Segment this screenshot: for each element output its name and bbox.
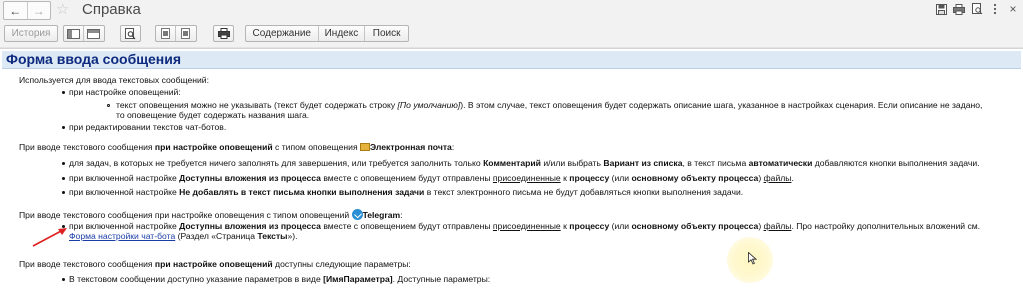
tab-search[interactable]: Поиск — [364, 26, 408, 41]
list-item: при включенной настройке Доступны вложен… — [69, 173, 794, 183]
back-arrow-icon[interactable]: ← — [4, 2, 27, 19]
email-section-intro: При вводе текстового сообщения при настр… — [19, 142, 455, 152]
bullet — [62, 278, 65, 281]
favorite-star-icon[interactable]: ☆ — [56, 0, 69, 20]
window-title: Справка — [82, 1, 141, 18]
next-page-icon[interactable] — [175, 26, 195, 41]
more-icon[interactable] — [989, 3, 1001, 15]
view-toggle-group — [63, 25, 105, 42]
email-icon — [360, 143, 371, 151]
tab-index[interactable]: Индекс — [317, 26, 365, 41]
list-item: при включенной настройке Не добавлять в … — [69, 187, 744, 197]
bullet — [62, 126, 65, 129]
mouse-cursor-icon — [748, 252, 757, 265]
sub-bullet — [107, 104, 110, 107]
params-section-intro: При вводе текстового сообщения при настр… — [19, 259, 411, 269]
printer-icon[interactable] — [213, 25, 234, 42]
list-item: В текстовом сообщении доступно указание … — [69, 274, 491, 284]
save-icon[interactable] — [935, 3, 947, 15]
list-item: для задач, в которых не требуется ничего… — [69, 158, 980, 168]
history-button[interactable]: История — [4, 25, 58, 42]
print-icon[interactable] — [953, 3, 965, 15]
tab-contents[interactable]: Содержание — [246, 26, 318, 41]
find-in-page-icon[interactable] — [120, 25, 141, 42]
preview-icon[interactable] — [971, 3, 983, 15]
close-icon[interactable]: × — [1007, 3, 1019, 15]
window-controls: × — [935, 3, 1019, 15]
bullet — [62, 91, 65, 94]
nav-buttons: ← → — [3, 1, 51, 20]
chatbot-settings-link[interactable]: Форма настройки чат-бота — [69, 231, 175, 241]
bullet — [62, 162, 65, 165]
telegram-icon — [351, 209, 363, 220]
page-nav-group — [155, 25, 197, 42]
bullet — [62, 177, 65, 180]
previous-page-icon[interactable] — [156, 26, 175, 41]
bullet — [62, 191, 65, 194]
title-bar: ← → ☆ Справка × — [0, 0, 1023, 20]
list-item: при редактировании текстов чат-ботов. — [69, 122, 227, 132]
forward-arrow-icon[interactable]: → — [26, 2, 51, 19]
list-item-continued: то оповещение будет содержать названия ш… — [116, 110, 310, 120]
intro-text: Используется для ввода текстовых сообщен… — [19, 75, 209, 85]
list-item: текст оповещения можно не указывать (тек… — [116, 100, 983, 110]
help-content: Форма ввода сообщения Используется для в… — [0, 48, 1023, 290]
list-item: при включенной настройке Доступны вложен… — [69, 221, 981, 231]
help-tabs: Содержание Индекс Поиск — [245, 25, 409, 42]
annotation-arrow-icon — [32, 228, 67, 247]
hide-panel-icon[interactable] — [83, 26, 103, 41]
toolbar: История Содержание Индекс Поиск — [0, 20, 1023, 48]
page-title: Форма ввода сообщения — [6, 51, 182, 67]
list-item-continued: Форма настройки чат-бота (Раздел «Страни… — [69, 231, 298, 241]
page-heading: Форма ввода сообщения — [2, 51, 1021, 69]
show-panel-icon[interactable] — [64, 26, 83, 41]
list-item: при настройке оповещений: — [69, 87, 181, 97]
telegram-section-intro: При вводе текстового сообщения при настр… — [19, 209, 403, 220]
